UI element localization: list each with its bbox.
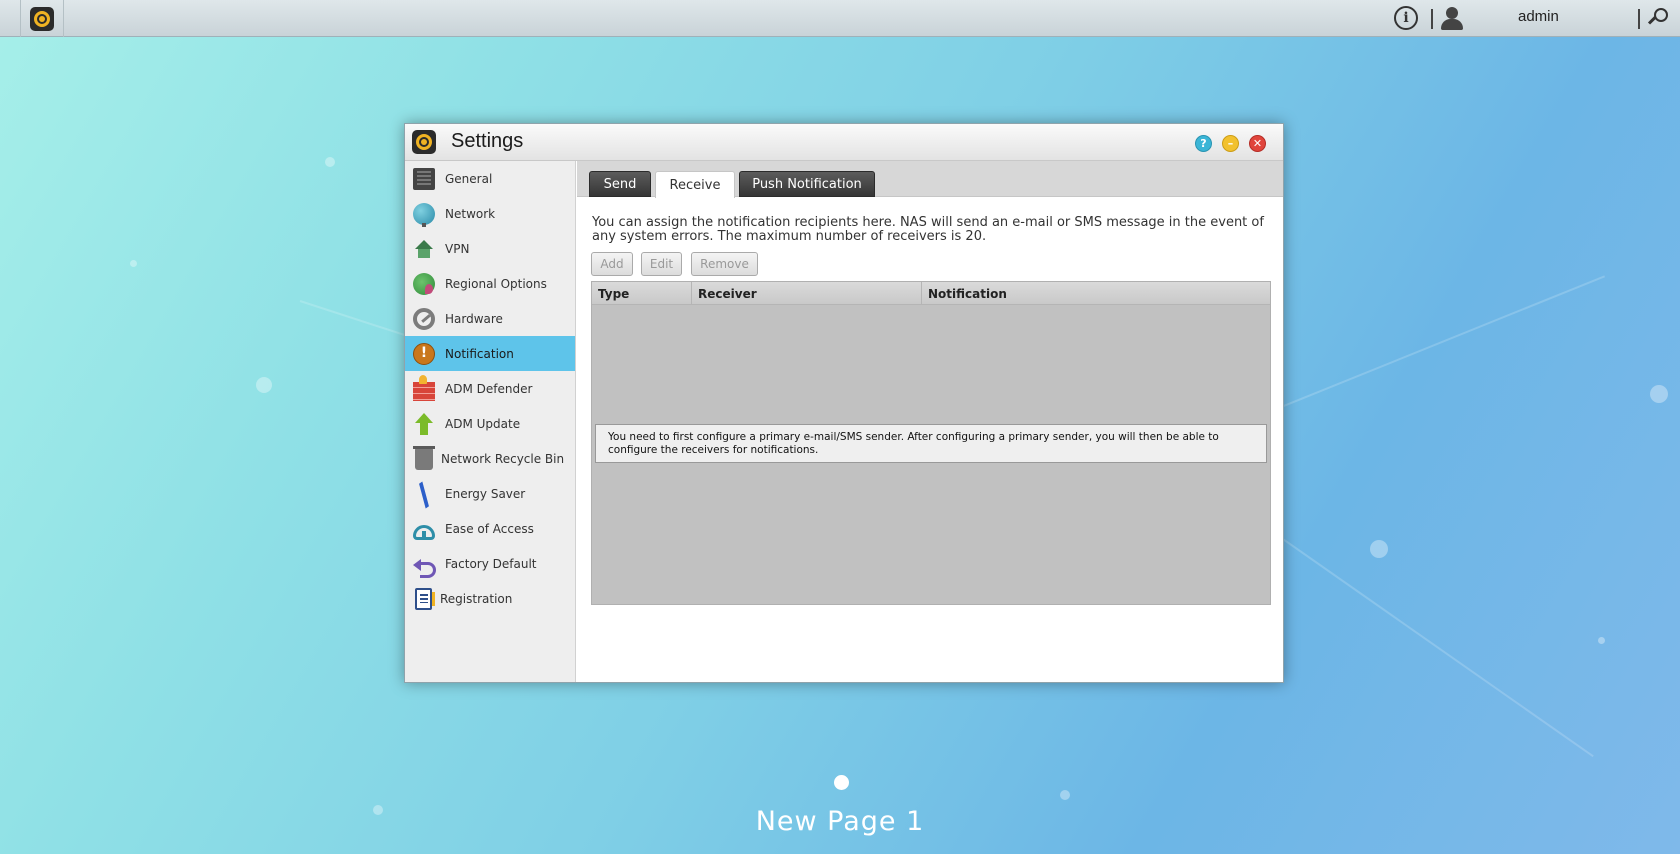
sidebar-item-ease-of-access[interactable]: Ease of Access [405,511,575,546]
sidebar-item-label: Registration [440,591,513,606]
window-title: Settings [451,130,524,152]
tab-push-notification[interactable]: Push Notification [739,171,875,197]
receivers-table: Type Receiver Notification You need to f… [591,281,1271,605]
minimize-button[interactable]: – [1222,135,1239,152]
settings-content: Send Receive Push Notification You can a… [577,161,1283,682]
sidebar-item-label: Network Recycle Bin [441,451,565,466]
sidebar-item-label: Ease of Access [445,521,534,536]
column-header-type[interactable]: Type [592,282,692,305]
divider [1638,9,1640,29]
page-indicator-dot[interactable] [834,775,849,790]
table-header: Type Receiver Notification [592,282,1270,305]
tab-send[interactable]: Send [589,171,651,197]
desktop-page-label: New Page 1 [755,806,925,837]
sidebar-item-label: Network [445,206,496,221]
tab-receive[interactable]: Receive [655,171,735,198]
sidebar-item-label: Notification [445,346,514,361]
notification-alert-icon [413,342,435,365]
defender-firewall-icon [413,375,435,401]
sidebar-item-hardware[interactable]: Hardware [405,301,575,336]
help-icon: ? [1200,137,1207,150]
help-button[interactable]: ? [1195,135,1212,152]
close-button[interactable]: ✕ [1249,135,1266,152]
close-icon: ✕ [1252,137,1263,150]
sidebar-item-label: Factory Default [445,556,537,571]
sidebar-item-label: General [445,171,493,186]
settings-window: Settings ? – ✕ General Network VPN Regio… [404,123,1284,683]
sidebar-item-network[interactable]: Network [405,196,575,231]
sidebar-item-energy-saver[interactable]: Energy Saver [405,476,575,511]
sidebar-item-vpn[interactable]: VPN [405,231,575,266]
settings-app-icon [412,130,436,154]
empty-table-message: You need to first configure a primary e-… [595,424,1267,463]
sidebar-item-factory-default[interactable]: Factory Default [405,546,575,581]
sidebar-item-label: ADM Defender [445,381,533,396]
sidebar-item-label: VPN [445,241,470,256]
remove-button[interactable]: Remove [691,252,758,276]
factory-reset-icon [413,553,436,578]
update-arrow-icon [413,412,435,435]
cloud-access-icon [413,525,435,540]
column-header-receiver[interactable]: Receiver [692,282,922,305]
add-button[interactable]: Add [591,252,633,276]
app-launcher-icon [30,6,54,31]
tab-bar: Send Receive Push Notification [577,161,1283,198]
app-launcher-button[interactable] [20,0,64,37]
sidebar-item-regional-options[interactable]: Regional Options [405,266,575,301]
receive-description: You can assign the notification recipien… [592,215,1264,244]
window-titlebar[interactable]: Settings ? – ✕ [405,124,1283,161]
divider [1431,9,1433,29]
column-header-notification[interactable]: Notification [922,282,1270,305]
search-icon[interactable] [1647,7,1670,29]
regional-globe-icon [413,272,435,295]
edit-button[interactable]: Edit [641,252,682,276]
sidebar-item-label: Energy Saver [445,486,526,501]
user-icon[interactable] [1440,5,1464,31]
username-label[interactable]: admin [1518,8,1559,25]
sidebar-item-general[interactable]: General [405,161,575,196]
sidebar-item-adm-defender[interactable]: ADM Defender [405,371,575,406]
sidebar-item-adm-update[interactable]: ADM Update [405,406,575,441]
general-icon [413,167,435,190]
sidebar-item-label: Regional Options [445,276,547,291]
sidebar-item-label: ADM Update [445,416,521,431]
recycle-bin-icon [413,445,435,470]
sidebar-item-label: Hardware [445,311,503,326]
network-globe-icon [413,202,435,227]
sidebar-item-notification[interactable]: Notification [405,336,575,371]
sidebar-item-registration[interactable]: Registration [405,581,575,616]
registration-icon [415,587,435,610]
top-taskbar: i admin [0,0,1680,37]
minimize-icon: – [1227,137,1234,150]
hardware-wrench-icon [413,307,435,330]
settings-sidebar: General Network VPN Regional Options Har… [405,161,576,682]
sidebar-item-network-recycle-bin[interactable]: Network Recycle Bin [405,441,575,476]
energy-bolt-icon [413,483,435,505]
vpn-house-icon [413,238,435,260]
info-icon[interactable]: i [1394,6,1418,30]
